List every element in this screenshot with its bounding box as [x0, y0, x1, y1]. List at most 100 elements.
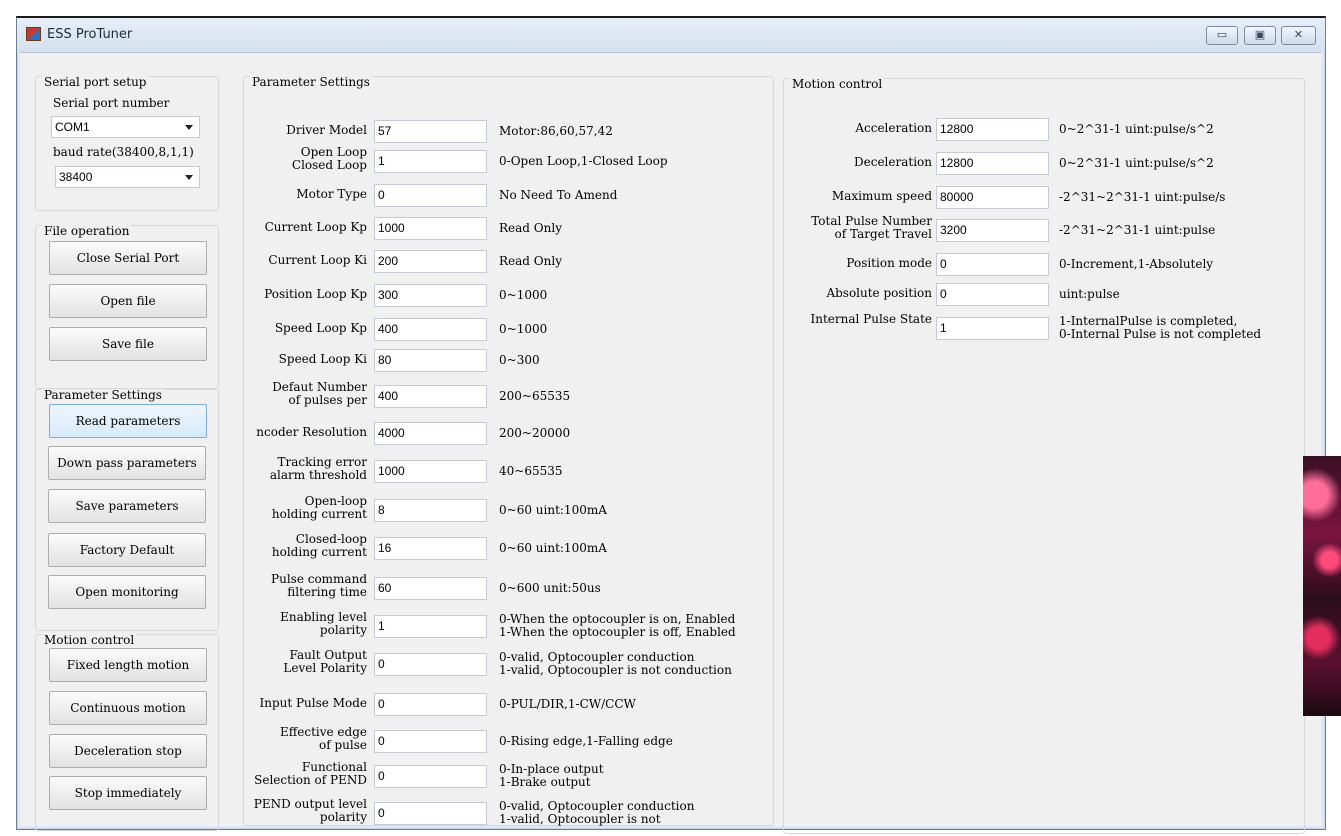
param-hint: Motor:86,60,57,42 — [499, 124, 613, 138]
param-hint: 200~20000 — [499, 426, 571, 440]
motion-input[interactable]: 80000 — [936, 186, 1049, 209]
param-input[interactable]: 0 — [374, 693, 487, 716]
client-area: Serial port setup Serial port number COM… — [20, 52, 1321, 834]
deceleration-stop-button[interactable]: Deceleration stop — [49, 734, 207, 768]
param-input[interactable]: 8 — [374, 499, 487, 522]
baud-rate-select[interactable]: 38400 — [55, 166, 200, 188]
param-label: PEND output level polarity — [253, 797, 367, 824]
app-icon — [26, 27, 41, 41]
param-hint: 40~65535 — [499, 464, 563, 478]
param-label: Open-loop holding current — [271, 494, 367, 521]
close-serial-port-button[interactable]: Close Serial Port — [49, 241, 207, 275]
param-hint: 0-When the optocoupler is on, Enabled 1-… — [499, 612, 736, 639]
param-hint: 0~1000 — [499, 322, 548, 336]
parameter-buttons-group-title: Parameter Settings — [42, 388, 164, 402]
motion-label: Acceleration — [855, 121, 932, 135]
param-hint: 200~65535 — [499, 389, 571, 403]
motion-hint: 0-Increment,1-Absolutely — [1059, 257, 1214, 271]
serial-port-group-title: Serial port setup — [42, 75, 149, 89]
param-label: Tracking error alarm threshold — [269, 455, 367, 482]
param-hint: 0~60 uint:100mA — [499, 503, 607, 517]
fixed-length-motion-button[interactable]: Fixed length motion — [49, 648, 207, 682]
param-input[interactable]: 400 — [374, 385, 487, 408]
parameter-settings-title: Parameter Settings — [250, 75, 372, 89]
motion-hint: -2^31~2^31-1 uint:pulse — [1059, 223, 1216, 237]
param-label: ncoder Resolution — [256, 425, 367, 439]
param-input[interactable]: 0 — [374, 653, 487, 676]
param-label: Pulse command filtering time — [271, 572, 367, 599]
param-label: Current Loop Kp — [264, 220, 367, 234]
save-file-button[interactable]: Save file — [49, 327, 207, 361]
param-label: Open Loop Closed Loop — [291, 145, 367, 172]
minimize-button[interactable]: ▭ — [1206, 26, 1238, 45]
param-input[interactable]: 0 — [374, 765, 487, 788]
param-label: Closed-loop holding current — [271, 532, 367, 559]
motion-control-title: Motion control — [790, 77, 885, 91]
param-input[interactable]: 57 — [374, 120, 487, 143]
motion-label: Maximum speed — [831, 189, 932, 203]
motion-label: Deceleration — [854, 155, 932, 169]
motion-buttons-group-title: Motion control — [42, 633, 137, 647]
motion-input[interactable]: 0 — [936, 253, 1049, 276]
down-pass-parameters-button[interactable]: Down pass parameters — [48, 446, 206, 480]
motion-hint: uint:pulse — [1059, 287, 1120, 301]
param-label: Position Loop Kp — [264, 287, 367, 301]
param-hint: 0-Rising edge,1-Falling edge — [499, 734, 673, 748]
param-input[interactable]: 1000 — [374, 460, 487, 483]
chevron-down-icon — [185, 125, 193, 130]
param-hint: 0-Open Loop,1-Closed Loop — [499, 154, 668, 168]
background-photo — [1303, 456, 1341, 716]
param-input[interactable]: 300 — [374, 284, 487, 307]
motion-hint: 0~2^31-1 uint:pulse/s^2 — [1059, 156, 1214, 170]
param-input[interactable]: 0 — [374, 730, 487, 753]
motion-input[interactable]: 12800 — [936, 152, 1049, 175]
maximize-button[interactable]: ▣ — [1244, 26, 1276, 45]
serial-port-label: Serial port number — [53, 96, 170, 110]
param-input[interactable]: 0 — [374, 802, 487, 825]
window-title: ESS ProTuner — [47, 27, 133, 42]
stop-immediately-button[interactable]: Stop immediately — [49, 776, 207, 810]
open-file-button[interactable]: Open file — [49, 284, 207, 318]
param-label: Effective edge of pulse — [279, 725, 367, 752]
serial-port-select[interactable]: COM1 — [51, 116, 200, 138]
param-input[interactable]: 60 — [374, 577, 487, 600]
param-input[interactable]: 16 — [374, 537, 487, 560]
chevron-down-icon — [185, 175, 193, 180]
param-label: Fault Output Level Polarity — [283, 648, 367, 675]
factory-default-button[interactable]: Factory Default — [48, 533, 206, 567]
motion-label: Total Pulse Number of Target Travel — [811, 214, 932, 241]
motion-label: Position mode — [846, 256, 932, 270]
param-input[interactable]: 4000 — [374, 422, 487, 445]
baud-rate-label: baud rate(38400,8,1,1) — [53, 145, 194, 159]
close-window-button[interactable]: ✕ — [1281, 26, 1316, 45]
app-window: ESS ProTuner ▭ ▣ ✕ Serial port setup Ser… — [16, 16, 1326, 834]
motion-hint: -2^31~2^31-1 uint:pulse/s — [1059, 190, 1226, 204]
param-input[interactable]: 1000 — [374, 217, 487, 240]
param-input[interactable]: 1 — [374, 615, 487, 638]
save-parameters-button[interactable]: Save parameters — [48, 489, 206, 523]
motion-input[interactable]: 12800 — [936, 118, 1049, 141]
param-input[interactable]: 80 — [374, 349, 487, 372]
motion-input[interactable]: 3200 — [936, 219, 1049, 242]
param-input[interactable]: 0 — [374, 184, 487, 207]
param-input[interactable]: 400 — [374, 318, 487, 341]
param-hint: 0~60 uint:100mA — [499, 541, 607, 555]
motion-label: Absolute position — [826, 286, 932, 300]
param-label: Driver Model — [286, 123, 367, 137]
param-input[interactable]: 1 — [374, 150, 487, 173]
param-hint: 0~1000 — [499, 288, 548, 302]
motion-input[interactable]: 0 — [936, 283, 1049, 306]
read-parameters-button[interactable]: Read parameters — [49, 404, 207, 438]
motion-input[interactable]: 1 — [936, 317, 1049, 340]
open-monitoring-button[interactable]: Open monitoring — [48, 575, 206, 609]
param-hint: 0-valid, Optocoupler conduction 1-valid,… — [499, 650, 732, 677]
param-input[interactable]: 200 — [374, 250, 487, 273]
param-hint: No Need To Amend — [499, 188, 618, 202]
motion-hint: 1-InternalPulse is completed, 0-Internal… — [1059, 314, 1262, 341]
title-bar: ESS ProTuner ▭ ▣ ✕ — [17, 18, 1325, 52]
param-hint: 0-In-place output 1-Brake output — [499, 762, 604, 789]
param-label: Enabling level polarity — [280, 610, 367, 637]
param-label: Motor Type — [296, 187, 367, 201]
continuous-motion-button[interactable]: Continuous motion — [49, 691, 207, 725]
param-label: Functional Selection of PEND — [254, 760, 367, 787]
